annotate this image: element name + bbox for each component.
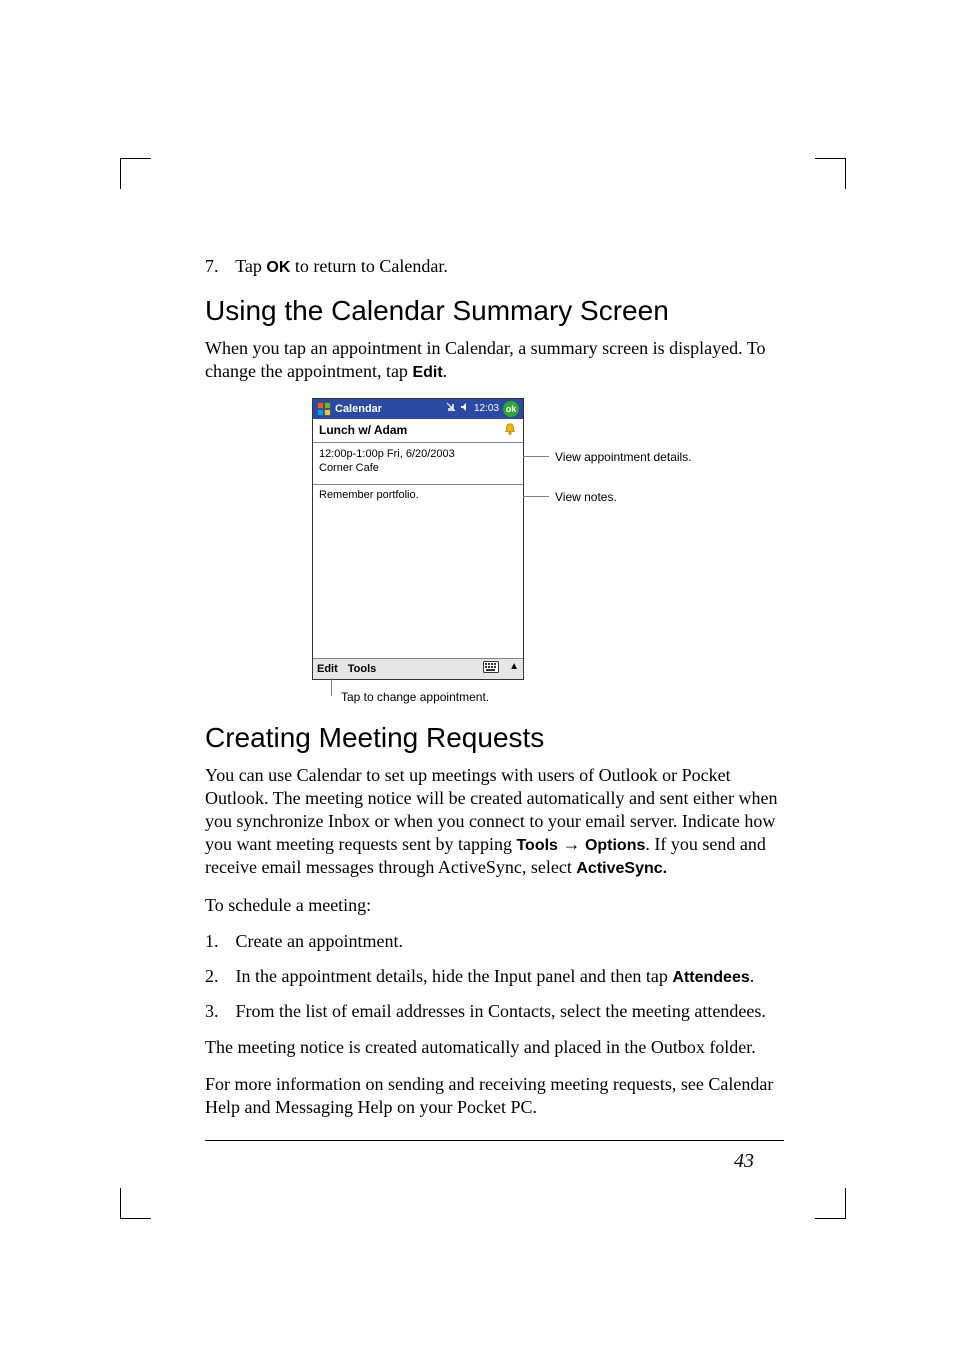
p1-options: Options	[585, 837, 645, 854]
clock-text: 12:03	[474, 403, 499, 414]
step-number: 1.	[205, 931, 231, 952]
step-number: 7.	[205, 256, 231, 277]
meeting-para-4: For more information on sending and rece…	[205, 1073, 784, 1119]
device-screenshot: Calendar 12:03 ok Lunch w/ Adam	[312, 398, 524, 680]
crop-mark	[120, 158, 151, 189]
callout-notes-label: View notes.	[555, 490, 617, 504]
crop-mark	[815, 158, 846, 189]
windows-flag-icon	[317, 402, 331, 416]
step-number: 2.	[205, 966, 231, 987]
appointment-subject-row: Lunch w/ Adam	[313, 419, 523, 443]
meeting-step-1: 1. Create an appointment.	[205, 931, 784, 952]
summary-paragraph: When you tap an appointment in Calendar,…	[205, 337, 784, 384]
appointment-subject: Lunch w/ Adam	[319, 423, 407, 437]
appointment-notes-block[interactable]: Remember portfolio.	[313, 485, 523, 643]
page-number: 43	[734, 1150, 754, 1173]
window-title: Calendar	[335, 403, 382, 415]
signal-icon	[446, 402, 456, 415]
notes-text: Remember portfolio.	[319, 489, 419, 501]
p1-activesync: ActiveSync.	[576, 860, 667, 877]
summary-para-pre: When you tap an appointment in Calendar,…	[205, 338, 766, 381]
crop-mark	[815, 1188, 846, 1219]
reminder-bell-icon	[503, 422, 517, 439]
callout-line	[523, 496, 549, 497]
step-text: Create an appointment.	[236, 931, 403, 951]
meeting-step-2: 2. In the appointment details, hide the …	[205, 966, 784, 987]
step-number: 3.	[205, 1001, 231, 1022]
step-text-pre: In the appointment details, hide the Inp…	[236, 966, 673, 986]
step-7: 7. Tap OK to return to Calendar.	[205, 256, 784, 277]
bottom-menubar: Edit Tools ▲	[313, 658, 523, 679]
callout-line	[523, 456, 549, 457]
p1-arrow: →	[558, 834, 585, 854]
step-text-post: to return to Calendar.	[290, 256, 447, 276]
summary-para-post: .	[443, 361, 448, 381]
speaker-icon	[460, 402, 470, 415]
step-ok-keyword: OK	[266, 259, 290, 276]
up-arrow-icon[interactable]: ▲	[509, 661, 519, 676]
ok-button[interactable]: ok	[503, 401, 519, 417]
heading-meeting-requests: Creating Meeting Requests	[205, 722, 784, 754]
summary-para-edit: Edit	[412, 364, 442, 381]
detail-time-line: 12:00p-1:00p Fri, 6/20/2003	[319, 447, 517, 462]
window-titlebar: Calendar 12:03 ok	[313, 399, 523, 419]
meeting-step-3: 3. From the list of email addresses in C…	[205, 1001, 784, 1022]
menu-tools[interactable]: Tools	[348, 663, 377, 675]
menu-edit[interactable]: Edit	[317, 663, 338, 675]
crop-mark	[120, 1188, 151, 1219]
step-attendees-keyword: Attendees	[672, 969, 749, 986]
footer-rule	[205, 1140, 784, 1141]
system-tray: 12:03 ok	[446, 401, 519, 417]
step-text: From the list of email addresses in Cont…	[236, 1001, 766, 1021]
detail-location-line: Corner Cafe	[319, 461, 517, 476]
meeting-para-2: To schedule a meeting:	[205, 894, 784, 917]
step-text-post: .	[750, 966, 755, 986]
callout-line	[331, 678, 332, 696]
appointment-detail-block[interactable]: 12:00p-1:00p Fri, 6/20/2003 Corner Cafe	[313, 443, 523, 486]
callout-details-label: View appointment details.	[555, 450, 692, 464]
meeting-para-1: You can use Calendar to set up meetings …	[205, 764, 784, 880]
figure-calendar-summary: Calendar 12:03 ok Lunch w/ Adam	[205, 398, 784, 718]
keyboard-icon[interactable]	[483, 661, 499, 676]
p1-tools: Tools	[516, 837, 557, 854]
step-text-pre: Tap	[235, 256, 266, 276]
meeting-para-3: The meeting notice is created automatica…	[205, 1036, 784, 1059]
heading-summary-screen: Using the Calendar Summary Screen	[205, 295, 784, 327]
callout-edit-label: Tap to change appointment.	[341, 690, 489, 704]
